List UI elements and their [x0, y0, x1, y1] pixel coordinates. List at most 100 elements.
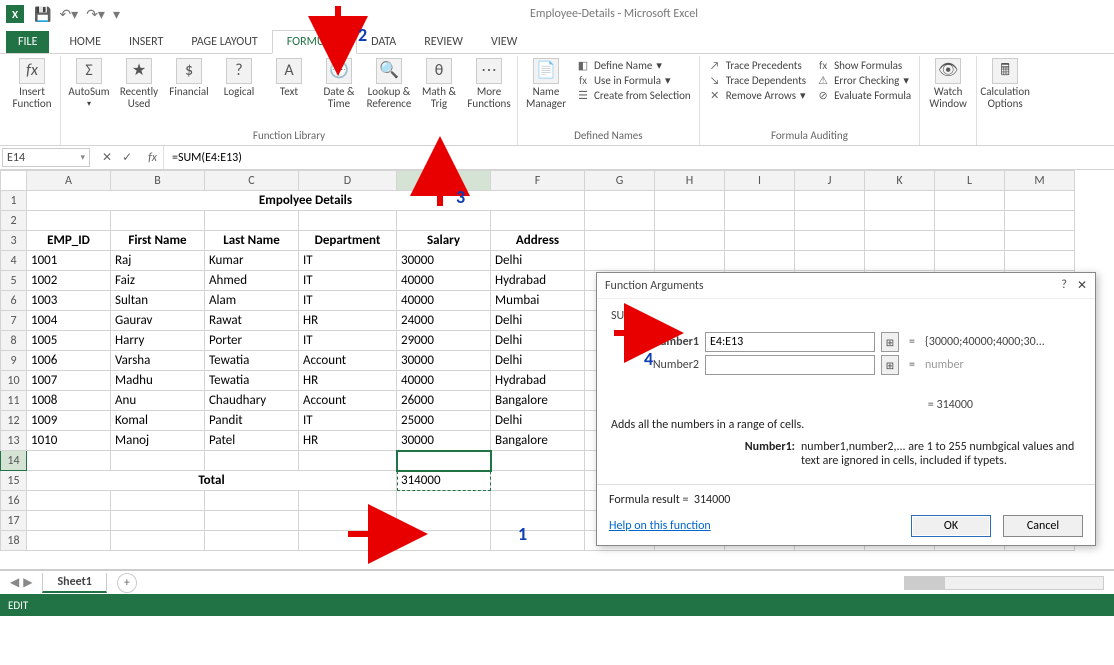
- cell-F15[interactable]: [491, 471, 585, 491]
- column-header-G[interactable]: G: [585, 171, 655, 191]
- fx-icon[interactable]: fx: [142, 146, 163, 169]
- cell-B2[interactable]: [111, 211, 205, 231]
- tab-data[interactable]: DATA: [357, 31, 410, 53]
- cell-F12[interactable]: Delhi: [491, 411, 585, 431]
- cell-D12[interactable]: IT: [299, 411, 397, 431]
- column-header-C[interactable]: C: [205, 171, 299, 191]
- trace-precedents-button[interactable]: ↗Trace Precedents: [708, 58, 806, 72]
- cell-F10[interactable]: Hydrabad: [491, 371, 585, 391]
- cell-D9[interactable]: Account: [299, 351, 397, 371]
- row-header-12[interactable]: 12: [1, 411, 27, 431]
- row-header-14[interactable]: 14: [1, 451, 27, 471]
- redo-icon[interactable]: ↷▾: [86, 6, 105, 23]
- dialog-close-icon[interactable]: ✕: [1077, 278, 1087, 293]
- cell-C4[interactable]: Kumar: [205, 251, 299, 271]
- cell-E14[interactable]: [397, 451, 491, 471]
- column-header-M[interactable]: M: [1005, 171, 1075, 191]
- cell-D6[interactable]: IT: [299, 291, 397, 311]
- cell-L3[interactable]: [935, 231, 1005, 251]
- evaluate-formula-button[interactable]: ⊘Evaluate Formula: [816, 88, 911, 102]
- qat-customize-icon[interactable]: ▾: [113, 6, 120, 23]
- watch-window-button[interactable]: 👁Watch Window: [924, 56, 972, 112]
- cell-F6[interactable]: Mumbai: [491, 291, 585, 311]
- cell-A6[interactable]: 1003: [27, 291, 111, 311]
- cell-E5[interactable]: 40000: [397, 271, 491, 291]
- cell-K2[interactable]: [865, 211, 935, 231]
- tab-formulas[interactable]: FORMULAS: [272, 30, 357, 54]
- cell-B10[interactable]: Madhu: [111, 371, 205, 391]
- cell-F11[interactable]: Bangalore: [491, 391, 585, 411]
- column-header-I[interactable]: I: [725, 171, 795, 191]
- cell-A18[interactable]: [27, 531, 111, 551]
- cell-J2[interactable]: [795, 211, 865, 231]
- column-header-L[interactable]: L: [935, 171, 1005, 191]
- column-header-K[interactable]: K: [865, 171, 935, 191]
- cell-D18[interactable]: [299, 531, 397, 551]
- cell-A16[interactable]: [27, 491, 111, 511]
- cell-K4[interactable]: [865, 251, 935, 271]
- cell-C13[interactable]: Patel: [205, 431, 299, 451]
- tab-file[interactable]: FILE: [6, 31, 49, 53]
- cell-L1[interactable]: [935, 191, 1005, 211]
- cell-C7[interactable]: Rawat: [205, 311, 299, 331]
- number2-input[interactable]: [705, 355, 875, 375]
- cell-E13[interactable]: 30000: [397, 431, 491, 451]
- cell-F13[interactable]: Bangalore: [491, 431, 585, 451]
- cell-B18[interactable]: [111, 531, 205, 551]
- remove-arrows-button[interactable]: ✕Remove Arrows ▾: [708, 88, 806, 102]
- cell-D5[interactable]: IT: [299, 271, 397, 291]
- cell-E3[interactable]: Salary: [397, 231, 491, 251]
- cell-F14[interactable]: [491, 451, 585, 471]
- cell-B13[interactable]: Manoj: [111, 431, 205, 451]
- cell-M1[interactable]: [1005, 191, 1075, 211]
- cell-M3[interactable]: [1005, 231, 1075, 251]
- calculation-options-button[interactable]: 🖩Calculation Options: [981, 56, 1029, 112]
- show-formulas-button[interactable]: fxShow Formulas: [816, 58, 911, 72]
- cell-D7[interactable]: HR: [299, 311, 397, 331]
- dialog-help-icon[interactable]: ?: [1061, 278, 1067, 293]
- cell-C17[interactable]: [205, 511, 299, 531]
- cell-A8[interactable]: 1005: [27, 331, 111, 351]
- cell-E17[interactable]: [397, 511, 491, 531]
- tab-review[interactable]: REVIEW: [410, 31, 477, 53]
- row-header-5[interactable]: 5: [1, 271, 27, 291]
- cell-I4[interactable]: [725, 251, 795, 271]
- cell-G3[interactable]: [585, 231, 655, 251]
- cell-F4[interactable]: Delhi: [491, 251, 585, 271]
- row-header-1[interactable]: 1: [1, 191, 27, 211]
- cell-F7[interactable]: Delhi: [491, 311, 585, 331]
- column-header-D[interactable]: D: [299, 171, 397, 191]
- insert-function-button[interactable]: fxInsert Function: [8, 56, 56, 112]
- cell-B5[interactable]: Faiz: [111, 271, 205, 291]
- tab-insert[interactable]: INSERT: [115, 31, 177, 53]
- cell-B8[interactable]: Harry: [111, 331, 205, 351]
- more-functions-button[interactable]: ⋯More Functions: [465, 56, 513, 112]
- cell-D17[interactable]: [299, 511, 397, 531]
- cancel-formula-icon[interactable]: ✕: [102, 150, 112, 165]
- cell-I3[interactable]: [725, 231, 795, 251]
- cell-B3[interactable]: First Name: [111, 231, 205, 251]
- name-manager-button[interactable]: 📄Name Manager: [522, 56, 570, 112]
- cell-A11[interactable]: 1008: [27, 391, 111, 411]
- dialog-help-link[interactable]: Help on this function: [609, 519, 711, 533]
- cell-E11[interactable]: 26000: [397, 391, 491, 411]
- column-header-H[interactable]: H: [655, 171, 725, 191]
- sheet-nav-prev-icon[interactable]: ◀: [10, 575, 19, 590]
- cell-J3[interactable]: [795, 231, 865, 251]
- cell-E10[interactable]: 40000: [397, 371, 491, 391]
- total-label-cell[interactable]: Total: [27, 471, 397, 491]
- cell-C8[interactable]: Porter: [205, 331, 299, 351]
- row-header-11[interactable]: 11: [1, 391, 27, 411]
- row-header-6[interactable]: 6: [1, 291, 27, 311]
- cell-F18[interactable]: [491, 531, 585, 551]
- cell-E18[interactable]: [397, 531, 491, 551]
- cell-I1[interactable]: [725, 191, 795, 211]
- cell-D13[interactable]: HR: [299, 431, 397, 451]
- cell-A10[interactable]: 1007: [27, 371, 111, 391]
- name-box[interactable]: E14: [2, 148, 90, 167]
- cell-B11[interactable]: Anu: [111, 391, 205, 411]
- cell-G2[interactable]: [585, 211, 655, 231]
- tab-home[interactable]: HOME: [55, 31, 115, 53]
- create-from-selection-button[interactable]: ☰Create from Selection: [576, 88, 691, 102]
- ok-button[interactable]: OK: [911, 515, 991, 537]
